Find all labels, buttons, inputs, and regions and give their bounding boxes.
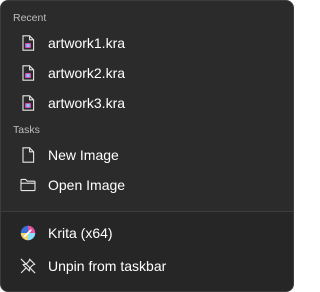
recent-section-header: Recent [13,12,47,24]
tasks-section-header: Tasks [13,124,40,136]
app-label: Krita (x64) [48,225,113,241]
recent-item-artwork3[interactable]: artwork3.kra [5,89,289,117]
recent-item-artwork1[interactable]: artwork1.kra [5,29,289,57]
new-document-icon [20,147,36,163]
kra-file-icon [20,35,36,51]
taskbar-jump-list: Recent artwork1.kra artwork2.kra artwork… [0,0,294,292]
recent-item-artwork2[interactable]: artwork2.kra [5,59,289,87]
unpin-from-taskbar[interactable]: Unpin from taskbar [5,252,289,280]
task-new-image[interactable]: New Image [5,141,289,169]
task-label: New Image [48,147,119,163]
kra-file-icon [20,95,36,111]
recent-item-label: artwork1.kra [48,35,126,51]
recent-item-label: artwork2.kra [48,65,126,81]
krita-app-icon [20,225,36,241]
unpin-icon [20,258,36,274]
unpin-label: Unpin from taskbar [48,258,167,274]
task-open-image[interactable]: Open Image [5,171,289,199]
recent-item-label: artwork3.kra [48,95,126,111]
folder-icon [20,177,36,193]
launch-krita[interactable]: Krita (x64) [5,219,289,247]
task-label: Open Image [48,177,126,193]
kra-file-icon [20,65,36,81]
